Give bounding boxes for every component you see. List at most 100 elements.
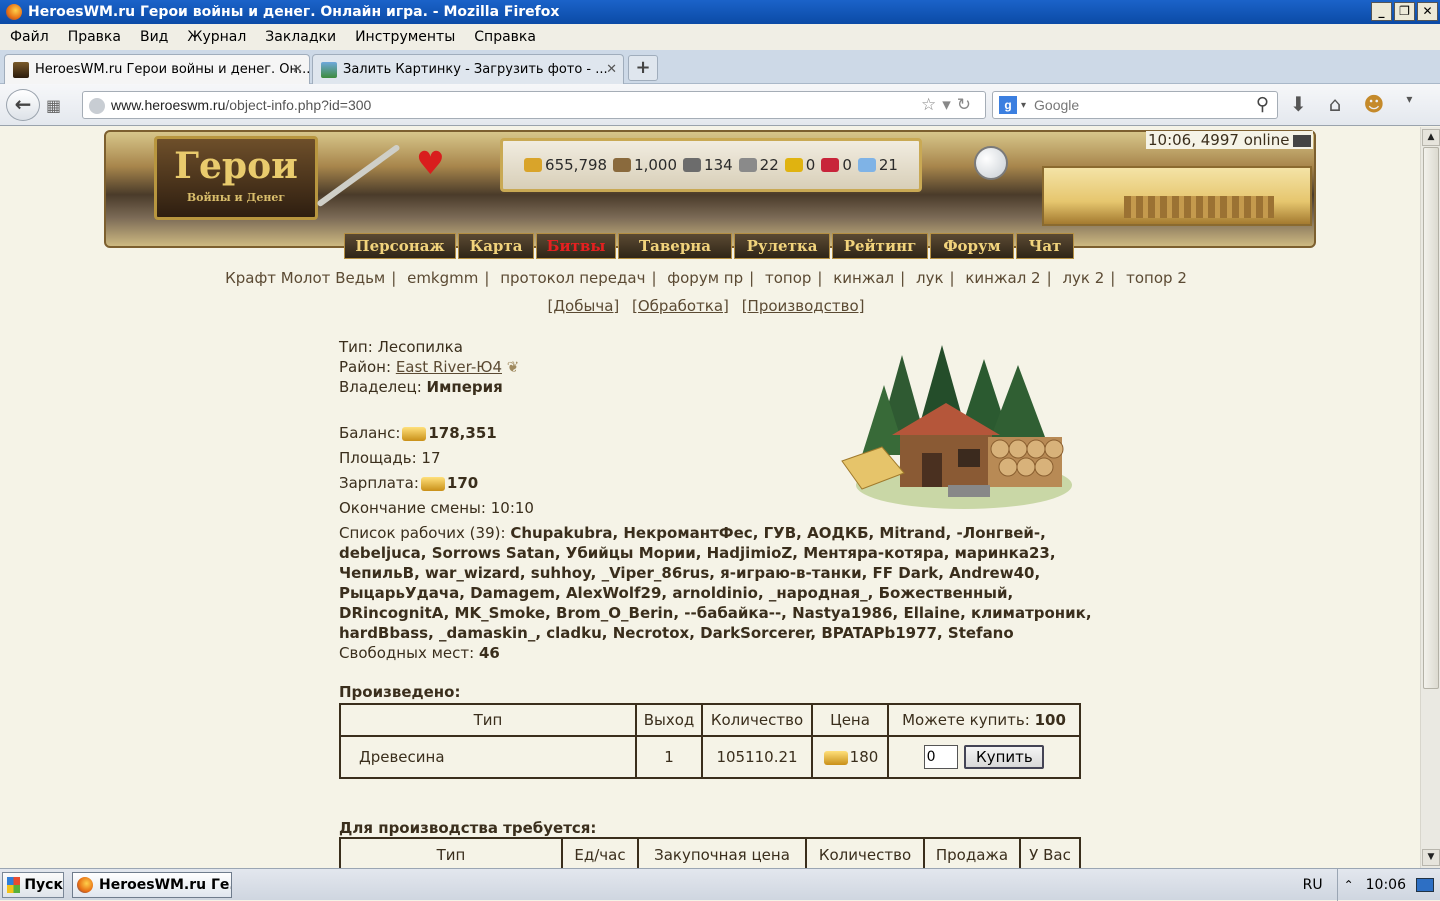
tab-heroeswm[interactable]: HeroesWM.ru Герои войны и денег. Он... ✕ xyxy=(4,54,310,84)
tab-label: HeroesWM.ru Герои войны и денег. Он... xyxy=(35,62,310,77)
link-bow[interactable]: лук xyxy=(916,269,944,287)
link-transfer-log[interactable]: протокол передач xyxy=(500,269,645,287)
link-mining[interactable]: [Добыча] xyxy=(547,297,619,315)
menu-tools[interactable]: Инструменты xyxy=(355,29,455,45)
balance-value: 178,351 xyxy=(428,424,497,442)
link-forum-pr[interactable]: форум пр xyxy=(667,269,743,287)
nav-character[interactable]: Персонаж xyxy=(344,233,456,259)
search-bar[interactable]: g ▾ Google ⚲ xyxy=(992,91,1278,119)
link-production[interactable]: [Производство] xyxy=(742,297,865,315)
heroes-logo[interactable]: Герои Войны и Денег xyxy=(154,136,318,220)
salary-label: Зарплата: xyxy=(339,474,419,492)
firefox-icon xyxy=(6,4,22,20)
home-icon[interactable]: ⌂ xyxy=(1329,92,1342,116)
eagle-icon: ❦ xyxy=(506,358,520,376)
google-engine-icon[interactable]: g xyxy=(999,96,1017,114)
sawmill-image xyxy=(841,345,1072,509)
sulfur-icon xyxy=(784,158,803,172)
scroll-thumb[interactable] xyxy=(1423,147,1439,689)
tray-area: ⌃ 10:06 xyxy=(1336,869,1440,901)
buy-button[interactable]: Купить xyxy=(964,745,1045,769)
downloads-icon[interactable]: ⬇ xyxy=(1290,92,1307,116)
district-link[interactable]: East River-Ю4 xyxy=(396,358,502,376)
close-window-button[interactable]: ✕ xyxy=(1417,2,1438,21)
table-header-row: Тип Ед/час Закупочная цена Количество Пр… xyxy=(339,837,1081,868)
nav-rating[interactable]: Рейтинг xyxy=(832,233,928,259)
col-type: Тип xyxy=(339,837,563,868)
nav-chat[interactable]: Чат xyxy=(1016,233,1074,259)
gems-icon xyxy=(857,158,876,172)
history-list-icon[interactable]: ▦ xyxy=(46,96,68,115)
search-placeholder: Google xyxy=(1034,97,1080,113)
show-desktop-icon[interactable] xyxy=(1416,878,1434,892)
col-you-have: У Вас xyxy=(1019,837,1081,868)
flask-icon[interactable] xyxy=(974,146,1008,180)
start-button[interactable]: Пуск xyxy=(2,872,64,898)
window-title: HeroesWM.ru Герои войны и денег. Онлайн … xyxy=(28,4,560,20)
system-tray: RU ⌃ 10:06 xyxy=(1303,869,1440,901)
menu-bookmarks[interactable]: Закладки xyxy=(265,29,336,45)
nav-tavern[interactable]: Таверна xyxy=(618,233,732,259)
link-bow-2[interactable]: лук 2 xyxy=(1062,269,1104,287)
language-indicator[interactable]: RU xyxy=(1303,877,1323,893)
link-processing[interactable]: [Обработка] xyxy=(632,297,729,315)
col-output: Выход xyxy=(635,703,703,737)
bookmark-star-icon[interactable]: ☆ xyxy=(921,95,942,114)
nav-map[interactable]: Карта xyxy=(458,233,534,259)
heroes-favicon-icon xyxy=(13,61,29,78)
maximize-button[interactable]: ❐ xyxy=(1394,2,1415,21)
minimize-button[interactable]: _ xyxy=(1371,2,1392,21)
quantity-input[interactable] xyxy=(923,745,958,769)
url-bar[interactable]: www.heroeswm.ru /object-info.php?id=300 … xyxy=(82,91,986,119)
dropdown-arrow-icon[interactable]: ▾ xyxy=(942,95,957,114)
clock[interactable]: 10:06 xyxy=(1366,877,1406,893)
menu-history[interactable]: Журнал xyxy=(187,29,246,45)
link-axe[interactable]: топор xyxy=(765,269,811,287)
page-scrollbar[interactable]: ▲ ▼ xyxy=(1420,127,1440,868)
resource-value: 21 xyxy=(878,156,898,174)
taskbar-item-label: HeroesWM.ru Ге... xyxy=(99,877,232,893)
taskbar-firefox-item[interactable]: HeroesWM.ru Ге... xyxy=(72,872,232,898)
menu-file[interactable]: Файл xyxy=(10,29,49,45)
link-dagger[interactable]: кинжал xyxy=(833,269,894,287)
link-axe-2[interactable]: топор 2 xyxy=(1126,269,1187,287)
nav-roulette[interactable]: Рулетка xyxy=(734,233,830,259)
required-table: Тип Ед/час Закупочная цена Количество Пр… xyxy=(339,837,1081,868)
back-button[interactable]: ← xyxy=(6,89,40,121)
windows-taskbar: Пуск HeroesWM.ru Ге... RU ⌃ 10:06 xyxy=(0,868,1440,901)
scroll-up-icon[interactable]: ▲ xyxy=(1422,129,1440,146)
sword-icon xyxy=(316,143,401,208)
show-hidden-icons-icon[interactable]: ⌃ xyxy=(1344,878,1354,892)
menu-edit[interactable]: Правка xyxy=(68,29,121,45)
addon-monkey-icon[interactable]: ☻ xyxy=(1363,92,1384,116)
close-tab-icon[interactable]: ✕ xyxy=(606,62,617,77)
logo-title: Герои xyxy=(174,145,298,187)
tab-upload-image[interactable]: Залить Картинку - Загрузить фото - ... ✕ xyxy=(312,54,624,84)
owner-label: Владелец: xyxy=(339,378,422,396)
toolbar-menu-arrow-icon[interactable]: ▾ xyxy=(1406,92,1412,116)
link-emkgmm[interactable]: emkgmm xyxy=(407,269,478,287)
game-header-banner: Герои Войны и Денег ♥ 655,798 1,000 134 … xyxy=(104,130,1316,248)
reload-icon[interactable]: ↻ xyxy=(957,95,977,114)
menu-help[interactable]: Справка xyxy=(474,29,536,45)
col-purchase-price: Закупочная цена xyxy=(637,837,807,868)
engine-dropdown-icon[interactable]: ▾ xyxy=(1021,100,1026,111)
link-craft[interactable]: Крафт Молот Ведьм xyxy=(225,269,385,287)
firefox-icon xyxy=(77,877,93,893)
link-dagger-2[interactable]: кинжал 2 xyxy=(965,269,1040,287)
resource-sulfur: 0 xyxy=(784,156,815,174)
new-tab-button[interactable]: + xyxy=(628,55,658,81)
price-value: 180 xyxy=(849,748,879,766)
search-icon[interactable]: ⚲ xyxy=(1256,94,1269,115)
heart-icon[interactable]: ♥ xyxy=(416,144,445,182)
resource-mercury: 22 xyxy=(738,156,779,174)
close-tab-icon[interactable]: ✕ xyxy=(292,62,303,77)
menu-view[interactable]: Вид xyxy=(140,29,168,45)
type-value: Лесопилка xyxy=(377,338,463,356)
menu-bar: Файл Правка Вид Журнал Закладки Инструме… xyxy=(0,24,1440,50)
nav-forum[interactable]: Форум xyxy=(930,233,1014,259)
separator: | xyxy=(749,269,755,287)
nav-battles[interactable]: Битвы xyxy=(536,233,616,259)
mail-icon[interactable] xyxy=(1293,134,1312,147)
scroll-down-icon[interactable]: ▼ xyxy=(1422,849,1440,866)
